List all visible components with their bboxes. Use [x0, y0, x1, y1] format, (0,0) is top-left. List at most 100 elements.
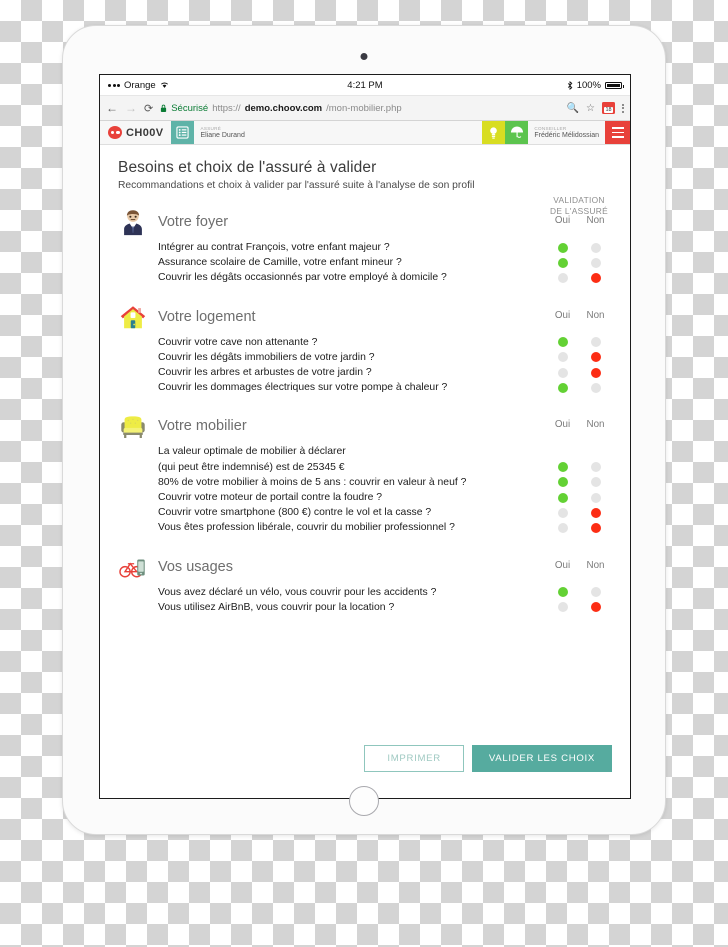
answer-cell-yes[interactable]	[546, 492, 579, 503]
answer-radio-no[interactable]	[590, 257, 601, 268]
answer-radio-no[interactable]	[590, 507, 601, 518]
answer-cell-yes[interactable]	[546, 242, 579, 253]
answer-cell-yes[interactable]	[546, 273, 579, 283]
advisor-info[interactable]: CONSEILLER Frédéric Mélidossian	[528, 121, 605, 144]
answer-radio-yes[interactable]	[557, 367, 568, 378]
column-label-no: Non	[586, 309, 605, 321]
answer-radio-yes[interactable]	[557, 523, 568, 534]
question-list: La valeur optimale de mobilier à déclare…	[118, 444, 612, 535]
answer-cell-no[interactable]	[579, 462, 612, 473]
answer-toggle-group	[546, 352, 612, 363]
answer-radio-yes[interactable]	[557, 587, 568, 598]
answer-cell-no[interactable]	[579, 602, 612, 613]
star-icon[interactable]: ☆	[586, 103, 595, 114]
answer-radio-yes[interactable]	[557, 492, 568, 503]
browser-bar-icons: 🔍 ☆ 18	[567, 102, 624, 114]
answer-cell-yes[interactable]	[546, 337, 579, 348]
answer-radio-no[interactable]	[590, 587, 601, 598]
answer-radio-yes[interactable]	[557, 477, 568, 488]
back-arrow-icon[interactable]: ←	[106, 102, 118, 114]
answer-cell-yes[interactable]	[546, 257, 579, 268]
hamburger-menu-button[interactable]	[605, 121, 630, 144]
answer-radio-no[interactable]	[590, 273, 601, 283]
answer-cell-no[interactable]	[579, 352, 612, 363]
footer-actions: IMPRIMER VALIDER LES CHOIX	[364, 745, 612, 772]
search-icon[interactable]: 🔍	[567, 103, 579, 114]
question-row: Couvrir votre smartphone (800 €) contre …	[158, 505, 612, 520]
answer-toggle-group	[546, 523, 612, 534]
answer-cell-no[interactable]	[579, 382, 612, 393]
list-menu-button[interactable]	[171, 121, 195, 144]
answer-cell-yes[interactable]	[546, 523, 579, 534]
answer-radio-no[interactable]	[590, 492, 601, 503]
armchair-icon	[121, 416, 145, 439]
answer-cell-no[interactable]	[579, 242, 612, 253]
answer-cell-no[interactable]	[579, 477, 612, 488]
answer-cell-yes[interactable]	[546, 587, 579, 598]
question-text: Couvrir votre cave non attenante ?	[158, 336, 318, 348]
answer-radio-no[interactable]	[590, 352, 601, 363]
validate-choices-button[interactable]: VALIDER LES CHOIX	[471, 745, 612, 772]
armchair-icon	[118, 411, 148, 441]
answer-cell-no[interactable]	[579, 507, 612, 518]
answer-cell-yes[interactable]	[546, 382, 579, 393]
coverage-button[interactable]	[505, 121, 529, 144]
answer-cell-yes[interactable]	[546, 477, 579, 488]
recommendations-button[interactable]	[482, 121, 506, 144]
answer-radio-no[interactable]	[590, 337, 601, 348]
question-text: Couvrir les dommages électriques sur vot…	[158, 382, 448, 394]
address-bar[interactable]: Sécurisé https://demo.choov.com/mon-mobi…	[160, 103, 559, 114]
kebab-menu-icon[interactable]	[622, 103, 624, 113]
answer-cell-yes[interactable]	[546, 507, 579, 518]
answer-cell-no[interactable]	[579, 492, 612, 503]
answer-toggle-group	[546, 257, 612, 268]
brand-logo[interactable]: CH00V	[100, 121, 171, 144]
answer-cell-no[interactable]	[579, 337, 612, 348]
print-button[interactable]: IMPRIMER	[364, 745, 464, 772]
page-subtitle: Recommandations et choix à valider par l…	[118, 180, 475, 191]
answer-cell-yes[interactable]	[546, 447, 579, 457]
answer-toggle-group	[546, 587, 612, 598]
answer-radio-no[interactable]	[590, 602, 601, 613]
answer-cell-no[interactable]	[579, 273, 612, 283]
yes-no-column-labels: Oui Non	[546, 310, 612, 321]
answer-cell-yes[interactable]	[546, 352, 579, 363]
answer-radio-yes[interactable]	[557, 337, 568, 348]
answer-radio-no[interactable]	[590, 462, 601, 473]
question-text: Vous utilisez AirBnB, vous couvrir pour …	[158, 601, 395, 613]
status-bar-time: 4:21 PM	[347, 79, 383, 91]
home-button[interactable]	[349, 786, 379, 816]
answer-radio-yes[interactable]	[557, 602, 568, 613]
answer-cell-yes[interactable]	[546, 367, 579, 378]
answer-radio-yes[interactable]	[557, 507, 568, 518]
answer-cell-no[interactable]	[579, 587, 612, 598]
answer-radio-no[interactable]	[590, 477, 601, 488]
section-header: Votre logement Oui Non	[118, 303, 612, 331]
answer-radio-yes[interactable]	[557, 382, 568, 393]
answer-radio-yes[interactable]	[557, 462, 568, 473]
answer-cell-yes[interactable]	[546, 602, 579, 613]
answer-cell-no[interactable]	[579, 447, 612, 457]
answer-cell-yes[interactable]	[546, 462, 579, 473]
question-row: La valeur optimale de mobilier à déclare…	[158, 444, 612, 459]
lock-icon	[161, 104, 167, 112]
answer-radio-yes[interactable]	[557, 242, 568, 253]
ios-status-bar: Orange 4:21 PM 100%	[100, 75, 630, 96]
answer-toggle-group	[546, 382, 612, 393]
reload-icon[interactable]: ⟳	[144, 102, 153, 115]
extension-icon[interactable]: 18	[602, 102, 615, 114]
house-icon	[118, 302, 148, 332]
section-title: Votre mobilier	[158, 418, 247, 435]
answer-cell-no[interactable]	[579, 367, 612, 378]
answer-cell-no[interactable]	[579, 257, 612, 268]
insured-info[interactable]: ASSURÉ Eliane Durand	[194, 121, 250, 144]
answer-radio-yes[interactable]	[557, 273, 568, 283]
answer-cell-no[interactable]	[579, 523, 612, 534]
answer-radio-no[interactable]	[590, 367, 601, 378]
answer-radio-yes[interactable]	[557, 352, 568, 363]
answer-radio-no[interactable]	[590, 242, 601, 253]
answer-radio-no[interactable]	[590, 523, 601, 534]
answer-radio-yes[interactable]	[557, 257, 568, 268]
tablet-device-frame: Orange 4:21 PM 100% ← → ⟳ Sécurisé https…	[62, 25, 666, 835]
answer-radio-no[interactable]	[590, 382, 601, 393]
